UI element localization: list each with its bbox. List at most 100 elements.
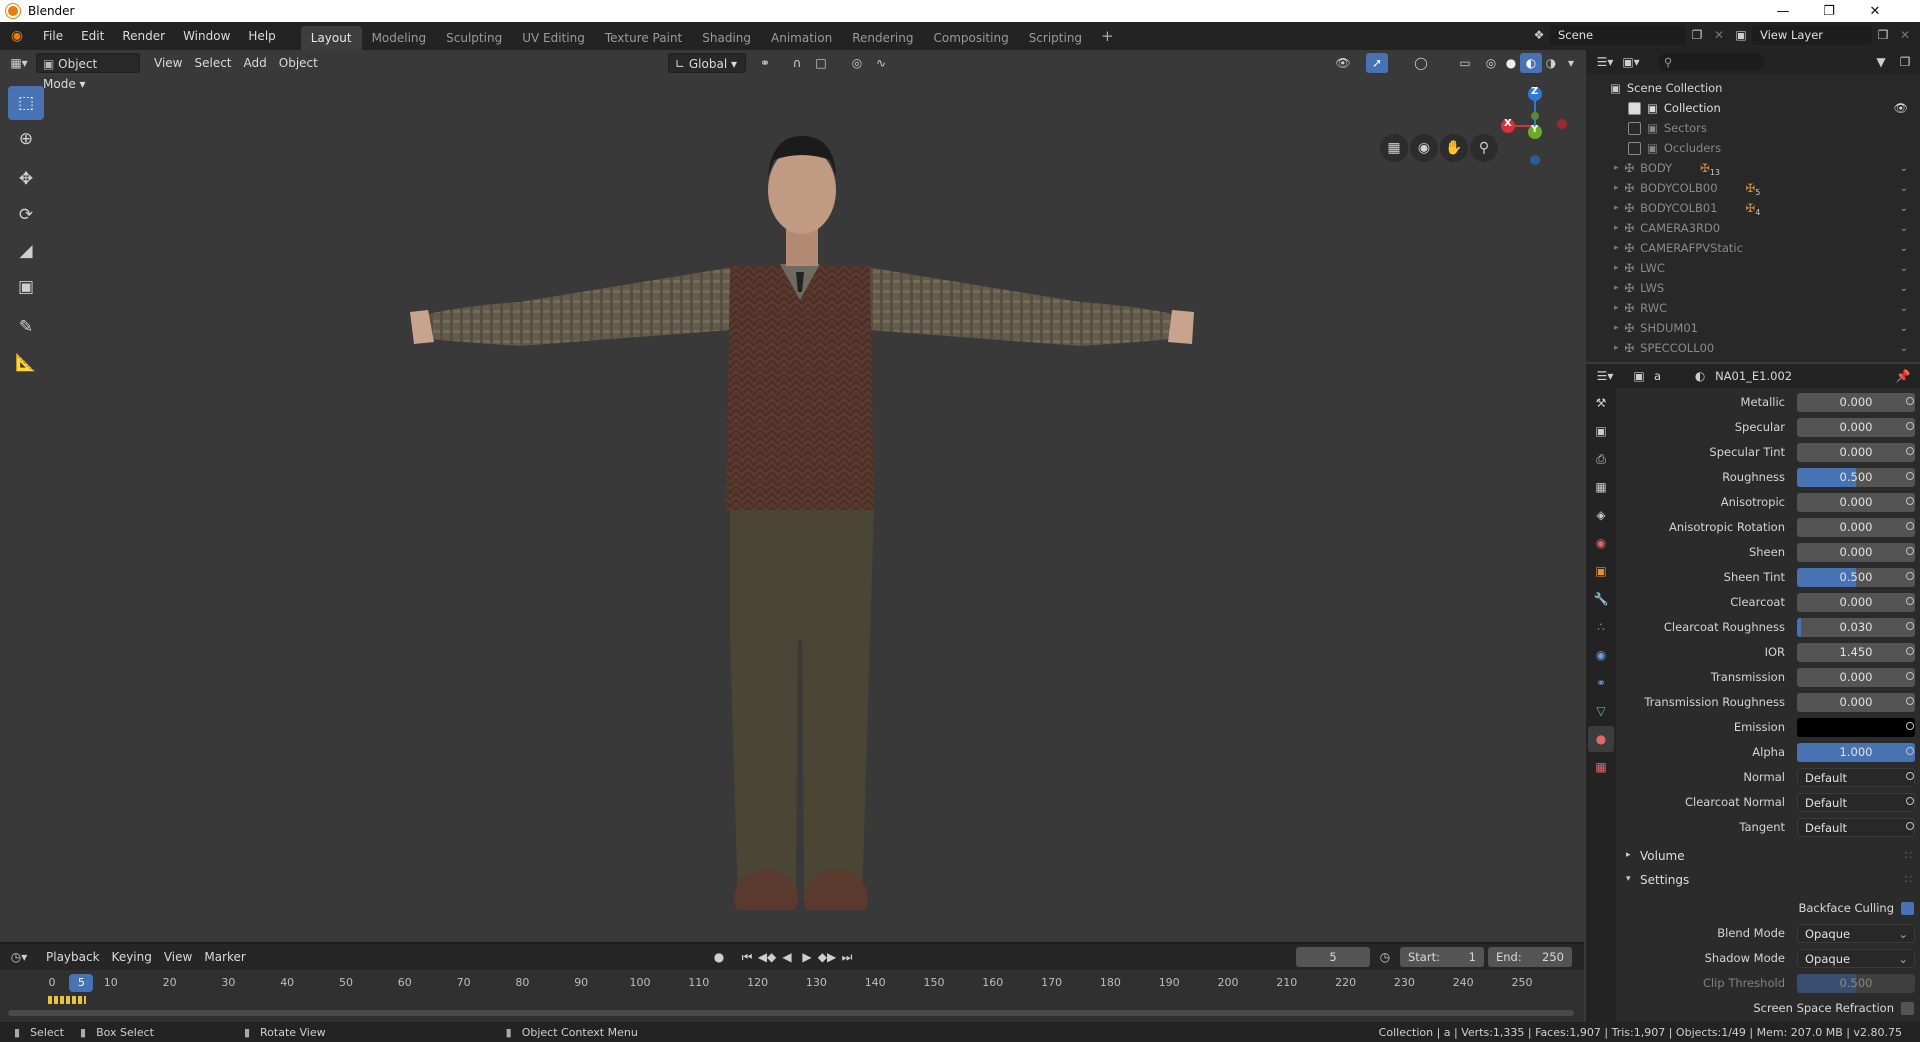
navigation-gizmo[interactable]: Z X Y [1490, 84, 1570, 174]
new-collection-icon[interactable]: ❐ [1894, 52, 1916, 72]
outliner-object[interactable]: ▸ ✠ SPECCOLL00 ⌄ [1586, 338, 1920, 358]
collection-checkbox[interactable] [1628, 141, 1641, 155]
play-icon[interactable]: ▶ [796, 947, 818, 967]
frame-ruler[interactable]: 0 10 20 30 40 50 60 70 80 90 100 110 120 130 140 150 160… [0, 972, 1584, 1004]
view-layer-icon[interactable]: ▣ [1730, 25, 1752, 45]
select-box-tool-icon[interactable]: ⬚ [8, 86, 44, 120]
timeline-scrollbar[interactable] [8, 1010, 1574, 1016]
pin-icon[interactable]: 📌 [1892, 366, 1914, 386]
menu-window[interactable]: Window [174, 22, 239, 50]
menu-render[interactable]: Render [113, 22, 174, 50]
timeline-menu-keying[interactable]: Keying [106, 947, 158, 967]
shading-solid-icon[interactable]: ● [1500, 53, 1522, 73]
transform-orientation-dropdown[interactable]: ∟ Global ▾ [668, 53, 746, 73]
outliner-object[interactable]: ▸ ✠ LWC ⌄ [1586, 258, 1920, 278]
keyframe-markers[interactable] [48, 996, 86, 1004]
property-field[interactable]: Default [1797, 818, 1915, 837]
material-tab-icon[interactable]: ● [1588, 726, 1614, 752]
shading-wireframe-icon[interactable]: ◎ [1480, 53, 1502, 73]
tab-uv-editing[interactable]: UV Editing [512, 26, 595, 50]
toggle-perspective-icon[interactable]: ▦ [1380, 134, 1408, 162]
outliner-search-input[interactable]: ⚲ [1658, 53, 1764, 71]
collection-checkbox[interactable] [1628, 121, 1641, 135]
new-view-layer-icon[interactable]: ❐ [1872, 25, 1894, 45]
tab-texture-paint[interactable]: Texture Paint [595, 26, 692, 50]
socket-icon[interactable] [1906, 597, 1914, 605]
transform-tool-icon[interactable]: ▣ [8, 270, 44, 304]
socket-icon[interactable] [1906, 797, 1914, 805]
tab-animation[interactable]: Animation [761, 26, 842, 50]
socket-icon[interactable] [1906, 397, 1914, 405]
chevron-down-icon[interactable]: ⌄ [1900, 183, 1908, 194]
annotate-tool-icon[interactable]: ✎ [8, 310, 44, 344]
outliner-object[interactable]: ▸ ✠ RWC ⌄ [1586, 298, 1920, 318]
snap-target-icon[interactable]: □ [810, 53, 832, 73]
tab-modeling[interactable]: Modeling [362, 26, 437, 50]
scene-icon[interactable]: ❖ [1528, 25, 1550, 45]
property-field[interactable] [1797, 718, 1915, 737]
particles-tab-icon[interactable]: ∴ [1588, 614, 1614, 640]
eye-icon[interactable]: 👁 [1893, 101, 1908, 115]
modifier-tab-icon[interactable]: 🔧 [1588, 586, 1614, 612]
timeline-menu-marker[interactable]: Marker [198, 947, 251, 967]
socket-icon[interactable] [1906, 672, 1914, 680]
render-tab-icon[interactable]: ▣ [1588, 418, 1614, 444]
close-icon[interactable]: ✕ [1852, 0, 1898, 22]
expand-arrow-icon[interactable]: ▸ [1614, 283, 1619, 293]
next-keyframe-icon[interactable]: ◆▶ [816, 947, 838, 967]
chevron-down-icon[interactable]: ⌄ [1900, 283, 1908, 294]
restore-icon[interactable]: ❐ [1806, 0, 1852, 22]
scene-field[interactable]: Scene [1550, 25, 1686, 45]
object-data-tab-icon[interactable]: ▽ [1588, 698, 1614, 724]
jump-end-icon[interactable]: ⏭ [836, 947, 858, 967]
cursor-tool-icon[interactable]: ⊕ [8, 122, 44, 156]
expand-arrow-icon[interactable]: ▸ [1614, 323, 1619, 333]
measure-tool-icon[interactable]: 📐 [8, 346, 44, 380]
scene-tab-icon[interactable]: ◈ [1588, 502, 1614, 528]
view-layer-field[interactable]: View Layer [1752, 25, 1872, 45]
panel-header-settings[interactable]: ▾ Settings ∷ [1616, 870, 1920, 892]
timeline[interactable]: ◷▾ Playback Keying View Marker ● ⏮ ◀◆ ◀ … [0, 942, 1584, 1022]
property-field[interactable]: 0.000 [1797, 518, 1915, 537]
filter-icon[interactable]: ▼ [1870, 52, 1892, 72]
expand-arrow-icon[interactable]: ▸ [1614, 183, 1619, 193]
prev-keyframe-icon[interactable]: ◀◆ [756, 947, 778, 967]
move-tool-icon[interactable]: ✥ [8, 162, 44, 196]
shading-rendered-icon[interactable]: ◑ [1540, 53, 1562, 73]
chevron-down-icon[interactable]: ⌄ [1900, 203, 1908, 214]
display-mode-icon[interactable]: ▣▾ [1620, 52, 1642, 72]
expand-arrow-icon[interactable]: ▸ [1614, 263, 1619, 273]
view-layer-tab-icon[interactable]: ▦ [1588, 474, 1614, 500]
tab-scripting[interactable]: Scripting [1019, 26, 1092, 50]
shading-options-icon[interactable]: ▾ [1560, 53, 1582, 73]
timeline-menu-playback[interactable]: Playback [40, 947, 106, 967]
viewport-menu-select[interactable]: Select [188, 53, 237, 73]
socket-icon[interactable] [1906, 622, 1914, 630]
pan-view-icon[interactable]: ✋ [1440, 134, 1468, 162]
outliner-collection[interactable]: ▣ Sectors [1586, 118, 1920, 138]
chevron-down-icon[interactable]: ⌄ [1900, 303, 1908, 314]
end-frame-field[interactable]: End: 250 [1488, 947, 1572, 967]
minimize-icon[interactable]: — [1760, 0, 1806, 22]
object-tab-icon[interactable]: ▣ [1588, 558, 1614, 584]
play-reverse-icon[interactable]: ◀ [776, 947, 798, 967]
jump-start-icon[interactable]: ⏮ [736, 947, 758, 967]
socket-icon[interactable] [1906, 422, 1914, 430]
socket-icon[interactable] [1906, 447, 1914, 455]
chevron-down-icon[interactable]: ⌄ [1900, 243, 1908, 254]
blender-menu-icon[interactable]: ◉ [0, 28, 34, 44]
socket-icon[interactable] [1906, 747, 1914, 755]
properties-editor-icon[interactable]: ☰▾ [1594, 366, 1616, 386]
blend-mode-dropdown[interactable]: Opaque ⌄ [1797, 924, 1915, 943]
backface-culling-checkbox[interactable] [1901, 902, 1914, 915]
rotate-tool-icon[interactable]: ⟳ [8, 198, 44, 232]
property-field[interactable]: 0.000 [1797, 693, 1915, 712]
properties-editor[interactable]: ☰▾ ▣ a ◐ NA01_E1.002 📌 ⚒ ▣ ⎙ ▦ ◈ ◉ ▣ 🔧 ∴… [1586, 364, 1920, 1022]
tab-sculpting[interactable]: Sculpting [436, 26, 512, 50]
socket-icon[interactable] [1906, 497, 1914, 505]
menu-help[interactable]: Help [239, 22, 284, 50]
record-icon[interactable]: ● [708, 947, 730, 967]
menu-file[interactable]: File [34, 22, 72, 50]
add-workspace-icon[interactable]: + [1092, 22, 1123, 50]
current-frame-field[interactable]: 5 [1296, 947, 1370, 967]
